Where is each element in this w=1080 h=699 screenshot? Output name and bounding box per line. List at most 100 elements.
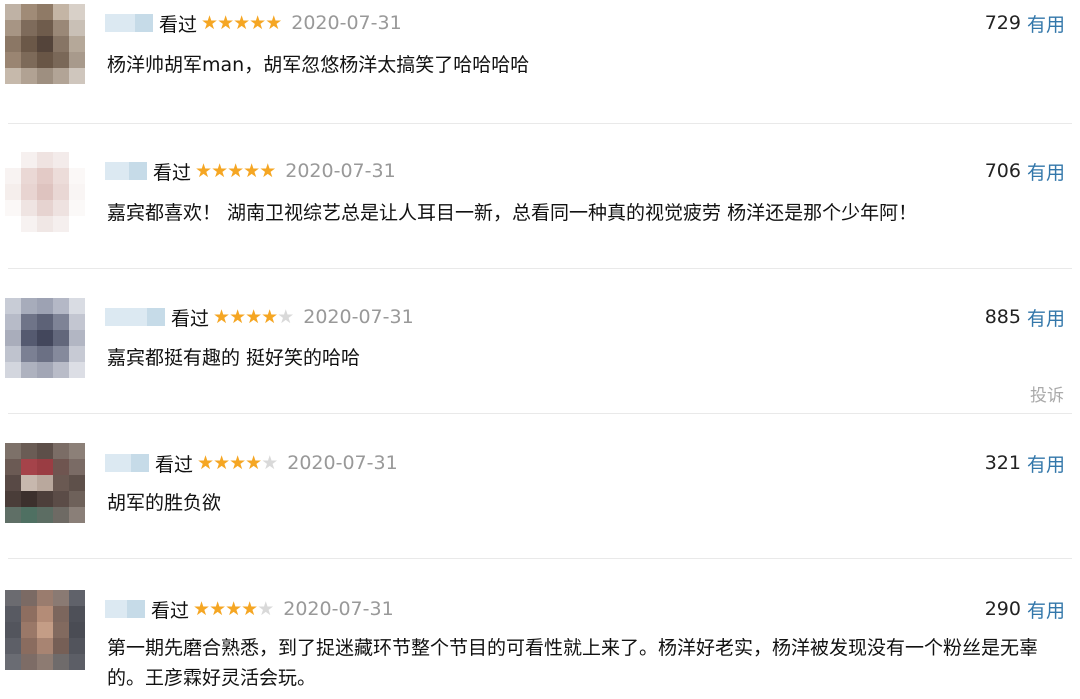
avatar[interactable] (5, 590, 85, 670)
avatar-pixel (37, 4, 53, 20)
watch-status: 看过 (153, 161, 192, 184)
rating-stars: ★★★★★ (201, 12, 282, 34)
avatar-pixel (69, 507, 85, 523)
vote-area: 321 有用 (985, 448, 1065, 478)
avatar-pixel (21, 330, 37, 346)
useful-button[interactable]: 有用 (1027, 450, 1065, 477)
review-comment: 嘉宾都喜欢！ 湖南卫视综艺总是让人耳目一新，总看同一种真的视觉疲劳 杨洋还是那个… (107, 202, 918, 224)
avatar-pixel (5, 507, 21, 523)
avatar[interactable] (5, 4, 85, 84)
avatar-pixel (69, 184, 85, 200)
divider (8, 268, 1072, 269)
username-blurred[interactable] (105, 308, 165, 326)
avatar-pixel (69, 216, 85, 232)
username-blurred[interactable] (105, 14, 153, 32)
useful-button[interactable]: 有用 (1027, 10, 1065, 37)
review-meta: 看过 ★★★★★ 2020-07-31 (105, 594, 394, 624)
useful-button[interactable]: 有用 (1027, 158, 1065, 185)
star-filled-icon: ★ (265, 12, 282, 34)
review-meta: 看过 ★★★★★ 2020-07-31 (105, 302, 414, 332)
vote-area: 290 有用 (985, 594, 1065, 624)
review-meta: 看过 ★★★★★ 2020-07-31 (105, 8, 402, 38)
review-comment: 嘉宾都挺有趣的 挺好笑的哈哈 (107, 347, 361, 369)
avatar[interactable] (5, 298, 85, 378)
avatar-pixel (5, 346, 21, 362)
avatar-pixel (21, 68, 37, 84)
avatar-pixel (53, 20, 69, 36)
avatar-pixel (21, 638, 37, 654)
avatar-pixel (5, 216, 21, 232)
review-meta: 看过 ★★★★★ 2020-07-31 (105, 156, 396, 186)
star-filled-icon: ★ (201, 12, 218, 34)
avatar-pixel (53, 638, 69, 654)
star-filled-icon: ★ (217, 12, 234, 34)
avatar-pixel (5, 491, 21, 507)
avatar-pixel (53, 314, 69, 330)
useful-button[interactable]: 有用 (1027, 304, 1065, 331)
avatar-pixel (21, 152, 37, 168)
avatar-pixel (37, 36, 53, 52)
avatar-pixel (21, 314, 37, 330)
vote-count: 321 (984, 452, 1021, 474)
avatar-pixel (69, 475, 85, 491)
star-filled-icon: ★ (243, 160, 260, 182)
star-filled-icon: ★ (249, 12, 266, 34)
useful-button[interactable]: 有用 (1027, 596, 1065, 623)
avatar-pixel (37, 200, 53, 216)
avatar-pixel (37, 622, 53, 638)
avatar-pixel (37, 654, 53, 670)
avatar-pixel (21, 216, 37, 232)
username-blurred[interactable] (105, 162, 147, 180)
star-empty-icon: ★ (257, 598, 274, 620)
avatar-pixel (69, 20, 85, 36)
avatar-pixel (37, 491, 53, 507)
divider (8, 123, 1072, 124)
review-date: 2020-07-31 (303, 306, 414, 328)
avatar-pixel (5, 314, 21, 330)
avatar[interactable] (5, 443, 85, 523)
star-filled-icon: ★ (261, 306, 278, 328)
star-filled-icon: ★ (211, 160, 228, 182)
avatar-pixel (69, 491, 85, 507)
vote-count: 729 (984, 12, 1021, 34)
avatar-pixel (69, 200, 85, 216)
avatar-pixel (53, 52, 69, 68)
avatar-pixel (69, 654, 85, 670)
vote-area: 706 有用 (985, 156, 1065, 186)
star-empty-icon: ★ (261, 452, 278, 474)
avatar-pixel (69, 330, 85, 346)
avatar-pixel (5, 20, 21, 36)
avatar-pixel (69, 638, 85, 654)
avatar-pixel (21, 184, 37, 200)
review-date: 2020-07-31 (291, 12, 402, 34)
star-filled-icon: ★ (213, 306, 230, 328)
avatar-pixel (53, 152, 69, 168)
username-blurred[interactable] (105, 454, 149, 472)
avatar-pixel (37, 590, 53, 606)
avatar-pixel (53, 216, 69, 232)
watch-status: 看过 (171, 307, 210, 330)
avatar-pixel (53, 622, 69, 638)
avatar-pixel (53, 346, 69, 362)
review-date: 2020-07-31 (283, 598, 394, 620)
avatar-pixel (37, 507, 53, 523)
avatar[interactable] (5, 152, 85, 232)
avatar-pixel (5, 68, 21, 84)
avatar-pixel (37, 168, 53, 184)
watch-status: 看过 (151, 599, 190, 622)
username-blurred[interactable] (105, 600, 145, 618)
avatar-pixel (53, 168, 69, 184)
avatar-pixel (21, 362, 37, 378)
avatar-pixel (21, 507, 37, 523)
avatar-pixel (69, 314, 85, 330)
avatar-pixel (21, 654, 37, 670)
avatar-pixel (5, 152, 21, 168)
avatar-pixel (21, 491, 37, 507)
avatar-pixel (37, 20, 53, 36)
rating-stars: ★★★★★ (197, 452, 278, 474)
review-date: 2020-07-31 (287, 452, 398, 474)
avatar-pixel (53, 590, 69, 606)
divider (8, 558, 1072, 559)
avatar-pixel (53, 4, 69, 20)
report-link[interactable]: 投诉 (1030, 381, 1064, 406)
